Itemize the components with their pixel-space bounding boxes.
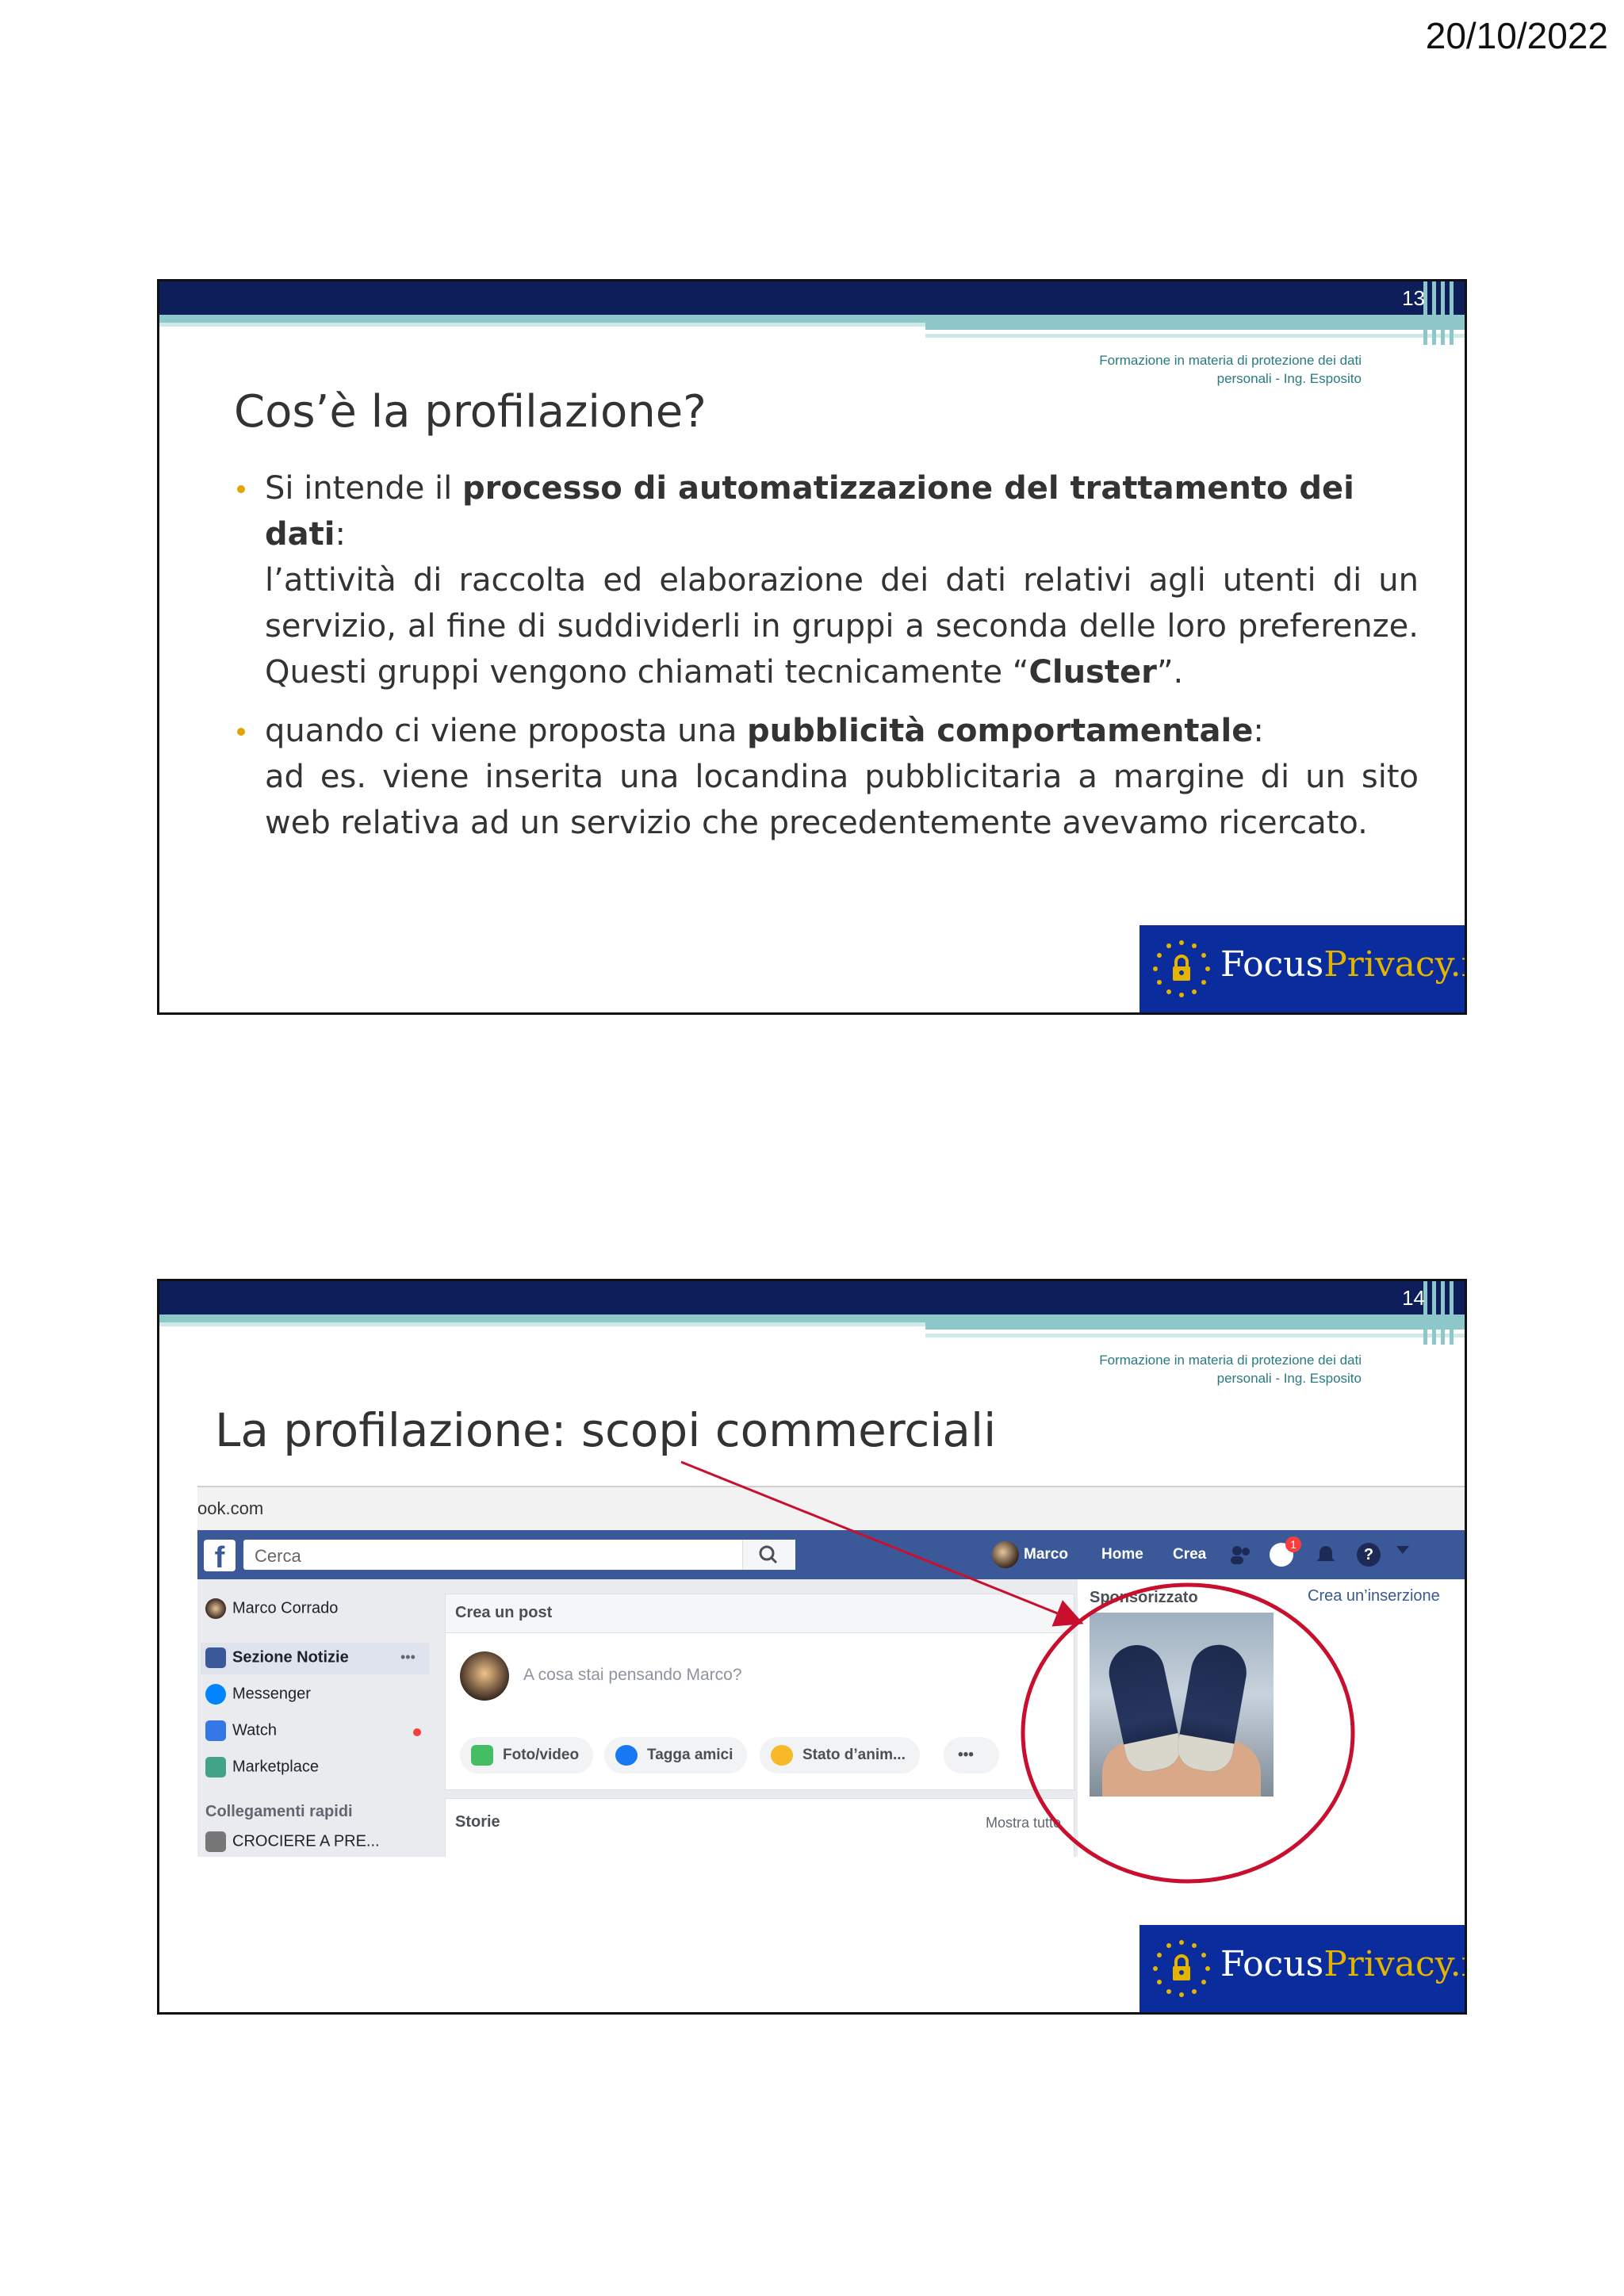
nav-create[interactable]: Crea <box>1173 1546 1206 1563</box>
slide-page-number: 14 <box>1402 1286 1425 1310</box>
watch-icon <box>205 1720 226 1741</box>
decor-band <box>159 315 1465 323</box>
bullet-dot-icon <box>237 728 245 736</box>
feeling-button[interactable]: Stato d’anim... <box>760 1737 920 1774</box>
slide-title: Cos’è la profilazione? <box>234 386 707 438</box>
bell-icon[interactable] <box>1314 1543 1338 1567</box>
slide-title: La profilazione: scopi commerciali <box>215 1403 997 1457</box>
facebook-header: f Cerca Marco Home Crea 1 ? <box>197 1530 1465 1579</box>
sponsored-ad-image[interactable] <box>1090 1613 1274 1797</box>
photo-video-button[interactable]: Foto/video <box>460 1737 594 1774</box>
messenger-icon <box>205 1684 226 1705</box>
bullet-body: l’attività di raccolta ed elaborazione d… <box>265 562 1419 691</box>
sidebar-item-marketplace[interactable]: Marketplace <box>205 1757 319 1777</box>
browser-url: ook.com <box>197 1498 264 1518</box>
group-icon <box>205 1831 226 1852</box>
bullet-lead: quando ci viene proposta una pubblicità … <box>265 713 1264 749</box>
facebook-screenshot: ook.com f Cerca Marco Home Crea 1 ? Marc… <box>197 1486 1465 1857</box>
post-composer: Crea un post A cosa stai pensando Marco?… <box>445 1594 1074 1790</box>
decor-stripes <box>1423 1281 1461 1345</box>
composer-title: Crea un post <box>455 1604 553 1621</box>
focusprivacy-logo: FocusPrivacy.it <box>1139 1925 1465 2012</box>
facebook-search-input[interactable]: Cerca <box>243 1540 795 1570</box>
search-placeholder: Cerca <box>255 1546 301 1566</box>
avatar <box>460 1651 509 1701</box>
search-icon <box>759 1545 778 1564</box>
photo-icon <box>471 1745 493 1766</box>
avatar <box>205 1598 226 1619</box>
sponsored-heading: Sponsorizzato <box>1090 1589 1198 1606</box>
shortcuts-heading: Collegamenti rapidi <box>205 1803 353 1820</box>
sidebar-item-watch[interactable]: Watch <box>205 1720 277 1741</box>
decor-stripes <box>1423 281 1461 345</box>
help-icon[interactable]: ? <box>1357 1543 1381 1567</box>
decor-band <box>159 1322 936 1326</box>
tag-friends-button[interactable]: Tagga amici <box>604 1737 748 1774</box>
sidebar-item-news-feed[interactable]: Sezione Notizie <box>205 1647 349 1668</box>
slide-14: 14 Formazione in materia di protezione d… <box>157 1279 1467 2015</box>
stories-card: Storie Mostra tutte <box>445 1798 1074 1857</box>
unread-dot-icon <box>413 1728 421 1736</box>
eu-stars-lock-icon <box>1153 1940 1210 1997</box>
nav-home[interactable]: Home <box>1101 1546 1143 1563</box>
news-feed-icon <box>205 1647 226 1668</box>
nav-profile[interactable]: Marco <box>1024 1546 1068 1563</box>
slide-top-bar <box>159 281 1465 315</box>
slide-top-bar <box>159 1281 1465 1314</box>
shortcut-item[interactable]: CROCIERE A PRE... <box>205 1831 380 1852</box>
logo-text: FocusPrivacy.it <box>1220 944 1465 985</box>
search-button[interactable] <box>742 1540 795 1570</box>
slide-13: 13 Formazione in materia di protezione d… <box>157 279 1467 1015</box>
decor-band <box>925 323 1465 330</box>
bullet-dot-icon <box>237 485 245 493</box>
bullet-lead: Si intende il processo di automatizzazio… <box>265 470 1354 553</box>
decor-band <box>925 1334 1465 1337</box>
marketplace-icon <box>205 1757 226 1777</box>
friend-requests-icon[interactable] <box>1228 1543 1252 1567</box>
logo-text: FocusPrivacy.it <box>1220 1944 1465 1984</box>
page-date: 20/10/2022 <box>1425 15 1608 56</box>
decor-band <box>159 1314 1465 1322</box>
decor-band <box>159 323 936 327</box>
more-options-icon[interactable]: ••• <box>400 1649 416 1666</box>
profile-link[interactable]: Marco Corrado <box>205 1598 338 1619</box>
bullet-body: ad es. viene inserita una locandina pubb… <box>265 759 1419 841</box>
chevron-down-icon[interactable] <box>1396 1546 1409 1554</box>
bullet-item: quando ci viene proposta una pubblicità … <box>237 708 1419 846</box>
stories-title: Storie <box>455 1813 500 1831</box>
bullet-item: Si intende il processo di automatizzazio… <box>237 465 1419 695</box>
show-all-link[interactable]: Mostra tutte <box>986 1815 1061 1831</box>
slide-subtitle: Formazione in materia di protezione dei … <box>1099 1353 1362 1386</box>
browser-url-bar: ook.com <box>197 1486 1465 1532</box>
slide-subtitle: Formazione in materia di protezione dei … <box>1099 353 1362 386</box>
decor-band <box>925 334 1465 338</box>
composer-input[interactable]: A cosa stai pensando Marco? <box>523 1666 742 1685</box>
focusprivacy-logo: FocusPrivacy.it <box>1139 925 1465 1012</box>
tag-friends-icon <box>615 1745 638 1766</box>
avatar[interactable] <box>992 1541 1019 1568</box>
more-options-button[interactable]: ••• <box>944 1737 999 1774</box>
decor-band <box>925 1322 1465 1330</box>
emoji-icon <box>771 1745 793 1766</box>
notification-badge: 1 <box>1285 1536 1301 1552</box>
facebook-left-column: Marco Corrado Sezione Notizie ••• Messen… <box>197 1579 435 1857</box>
slide-page-number: 13 <box>1402 286 1425 310</box>
facebook-logo-icon: f <box>204 1540 236 1575</box>
eu-stars-lock-icon <box>1153 940 1210 997</box>
create-ad-link[interactable]: Crea un’inserzione <box>1308 1587 1440 1605</box>
sidebar-item-messenger[interactable]: Messenger <box>205 1684 311 1705</box>
